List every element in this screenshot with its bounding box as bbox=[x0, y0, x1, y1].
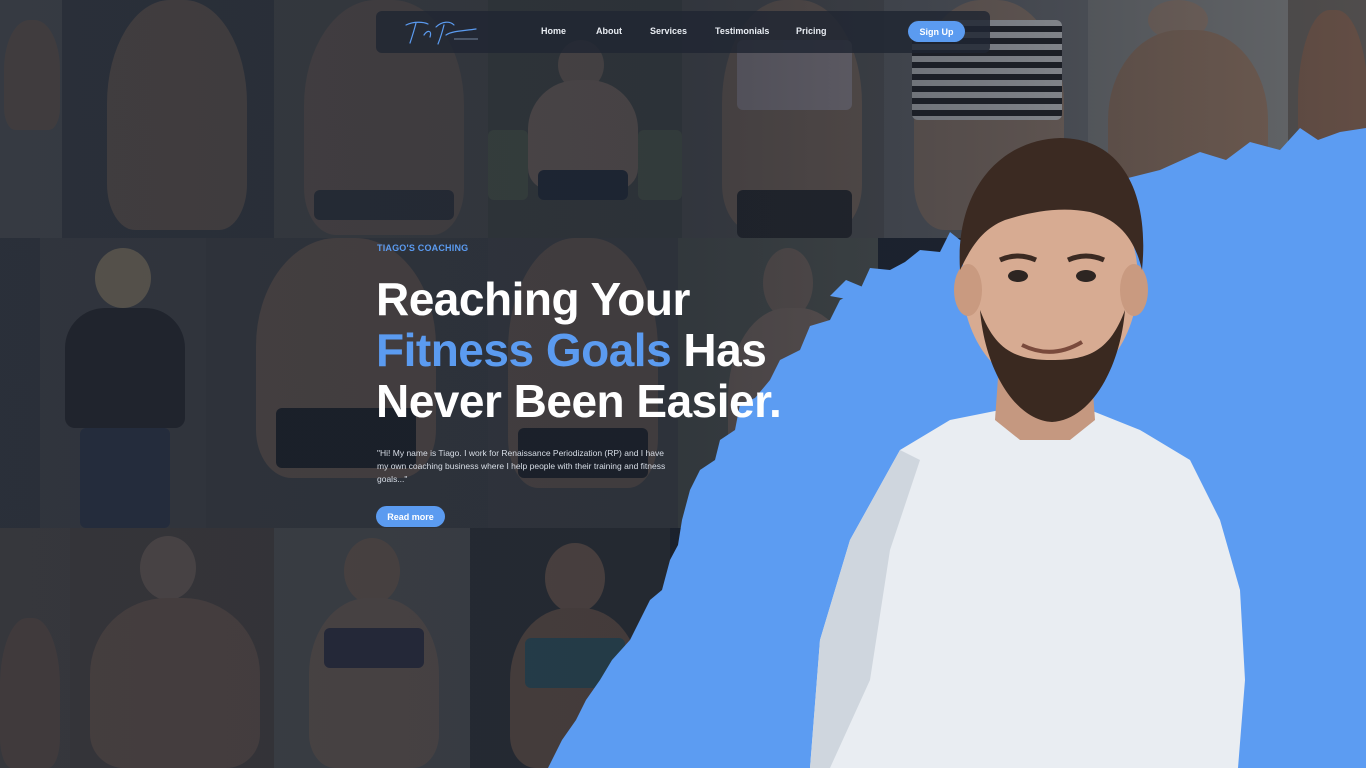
read-more-button[interactable]: Read more bbox=[376, 506, 445, 527]
hero-intro-quote: "Hi! My name is Tiago. I work for Renais… bbox=[377, 448, 666, 484]
hero-eyebrow: TIAGO'S COACHING bbox=[377, 243, 469, 253]
hero-headline: Reaching Your Fitness Goals Has Never Be… bbox=[376, 274, 876, 427]
navbar: Home About Services Testimonials Pricing… bbox=[376, 11, 990, 53]
coach-portrait bbox=[810, 138, 1245, 768]
nav-testimonials[interactable]: Testimonials bbox=[715, 26, 769, 36]
nav-services[interactable]: Services bbox=[650, 26, 687, 36]
moon-icon[interactable] bbox=[886, 25, 900, 39]
nav-about[interactable]: About bbox=[596, 26, 622, 36]
headline-line-1: Reaching Your bbox=[376, 273, 690, 325]
headline-line-2-rest: Has bbox=[671, 324, 767, 376]
headline-accent: Fitness Goals bbox=[376, 324, 672, 376]
nav-home[interactable]: Home bbox=[541, 26, 566, 36]
nav-pricing[interactable]: Pricing bbox=[796, 26, 827, 36]
sign-up-button[interactable]: Sign Up bbox=[908, 21, 965, 42]
headline-line-3: Never Been Easier. bbox=[376, 375, 782, 427]
